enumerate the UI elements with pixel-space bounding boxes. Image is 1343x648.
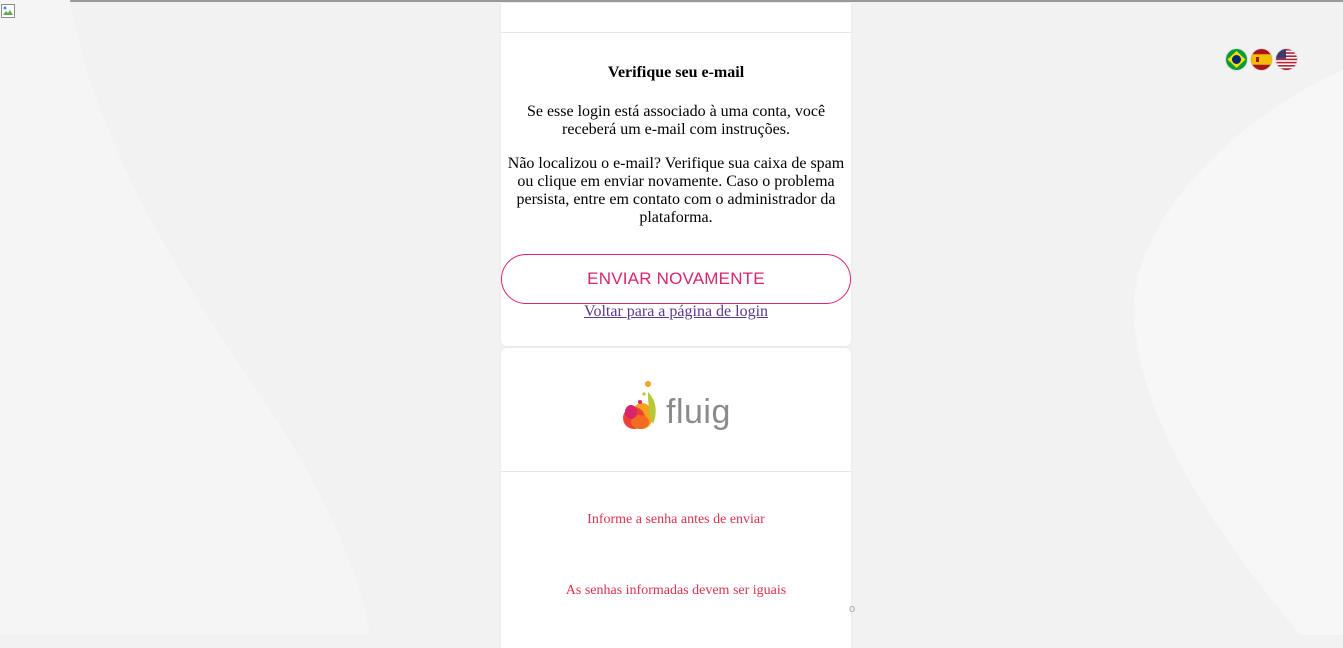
usa-flag-icon[interactable] <box>1276 49 1297 70</box>
brazil-flag-icon[interactable] <box>1226 49 1247 70</box>
back-to-login-link[interactable]: Voltar para a página de login <box>501 303 851 321</box>
language-selector <box>1226 49 1297 70</box>
passwords-mismatch-error: As senhas informadas devem ser iguais <box>565 583 787 598</box>
fluig-logo-icon <box>623 381 656 429</box>
password-required-error: Informe a senha antes de enviar <box>587 512 765 527</box>
password-card: fluig Informe a senha antes de enviar As… <box>501 348 851 648</box>
fluig-logo-text: fluig <box>666 393 731 431</box>
spain-flag-icon[interactable] <box>1251 49 1272 70</box>
verify-title: Verifique seu e-mail <box>607 64 745 81</box>
verify-email-card: Verifique seu e-mail Se esse login está … <box>501 3 851 346</box>
verify-help-text: Não localizou o e-mail? Verifique sua ca… <box>507 155 845 226</box>
resend-button[interactable]: ENVIAR NOVAMENTE <box>501 254 851 304</box>
stray-character: o <box>849 603 856 615</box>
card-divider <box>501 471 851 472</box>
fluig-logo: fluig <box>620 378 731 432</box>
verify-message: Se esse login está associado à uma conta… <box>526 103 826 138</box>
broken-image-icon <box>1 4 15 18</box>
card-header-divider <box>501 32 851 33</box>
